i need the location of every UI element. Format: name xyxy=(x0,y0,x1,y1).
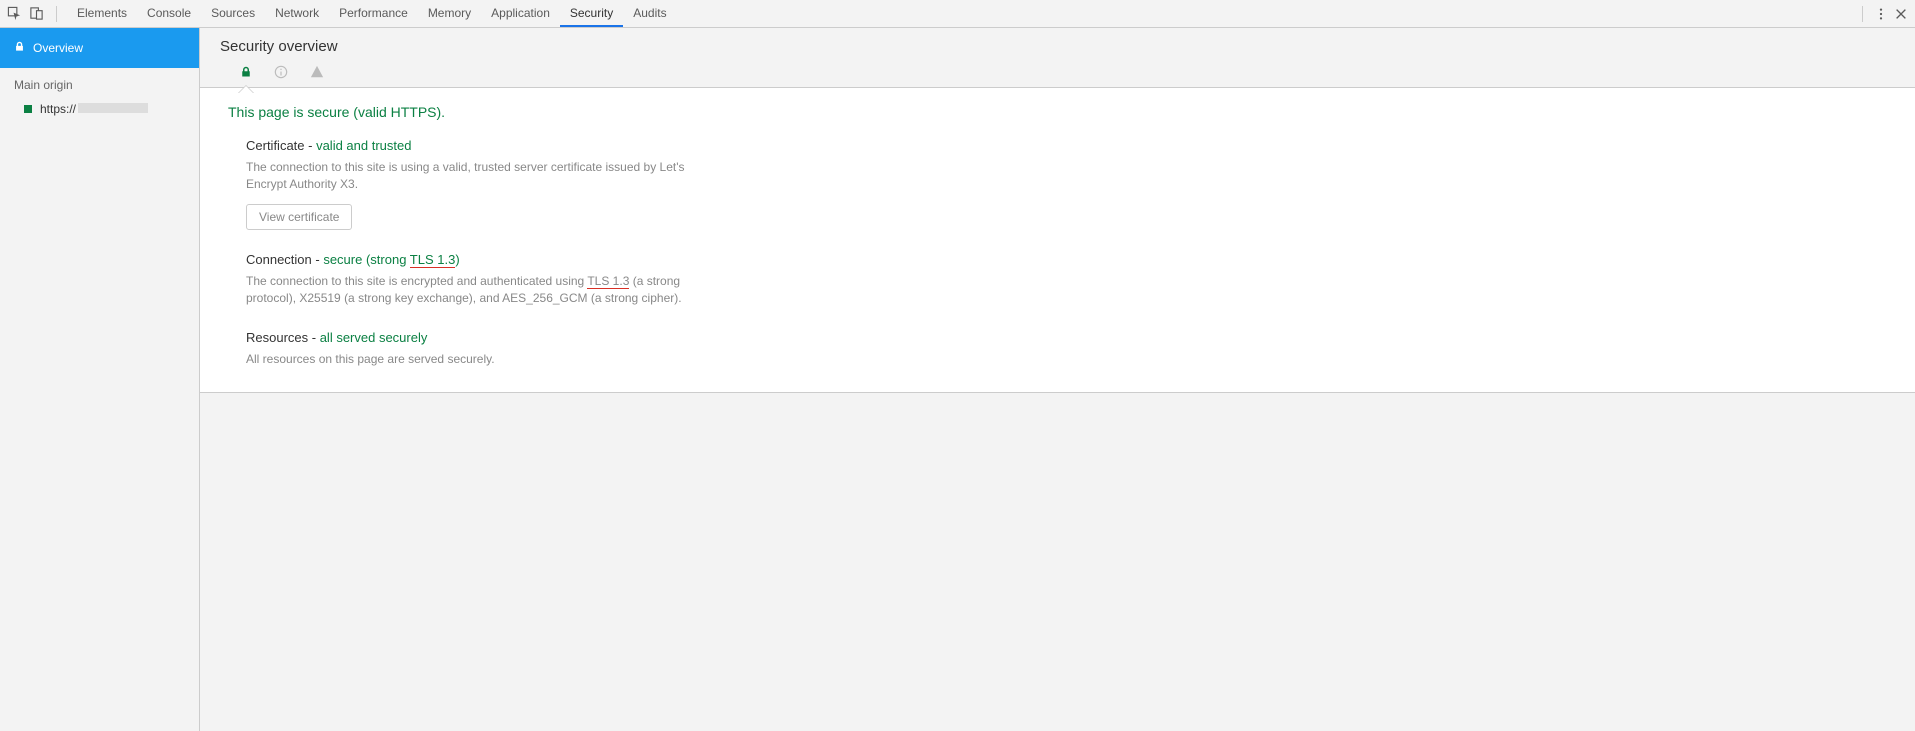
sidebar-origin-item[interactable]: https:// xyxy=(0,96,199,122)
toolbar-left xyxy=(6,6,63,22)
secure-headline: This page is secure (valid HTTPS). xyxy=(228,104,1887,120)
tab-elements[interactable]: Elements xyxy=(67,0,137,27)
security-sidebar: Overview Main origin https:// xyxy=(0,28,200,731)
connection-desc: The connection to this site is encrypted… xyxy=(246,273,706,308)
origin-text: https:// xyxy=(40,102,148,116)
connection-section: Connection - secure (strong TLS 1.3) The… xyxy=(228,252,1887,308)
lock-icon xyxy=(14,41,25,55)
devtools-toolbar: Elements Console Sources Network Perform… xyxy=(0,0,1915,28)
security-state-row xyxy=(220,55,1895,87)
connection-heading: Connection - secure (strong TLS 1.3) xyxy=(246,252,706,267)
tab-console[interactable]: Console xyxy=(137,0,201,27)
secure-square-icon xyxy=(24,105,32,113)
sidebar-overview[interactable]: Overview xyxy=(0,28,199,68)
info-state-icon xyxy=(274,65,288,79)
toolbar-separator xyxy=(1862,6,1863,22)
devtools-tabs: Elements Console Sources Network Perform… xyxy=(67,0,677,27)
tab-performance[interactable]: Performance xyxy=(329,0,418,27)
resources-heading: Resources - all served securely xyxy=(246,330,495,345)
warning-state-icon xyxy=(310,65,324,79)
security-content: Security overview This page is secure (v… xyxy=(200,28,1915,731)
tab-memory[interactable]: Memory xyxy=(418,0,481,27)
more-menu-icon[interactable] xyxy=(1873,6,1889,22)
content-body: This page is secure (valid HTTPS). Certi… xyxy=(200,87,1915,393)
secure-state-icon xyxy=(240,66,252,78)
toolbar-right xyxy=(1856,6,1909,22)
certificate-heading: Certificate - valid and trusted xyxy=(246,138,706,153)
tab-network[interactable]: Network xyxy=(265,0,329,27)
device-toggle-icon[interactable] xyxy=(28,6,44,22)
tab-audits[interactable]: Audits xyxy=(623,0,676,27)
tab-application[interactable]: Application xyxy=(481,0,560,27)
page-title: Security overview xyxy=(220,38,1895,55)
main-area: Overview Main origin https:// Security o… xyxy=(0,28,1915,731)
sidebar-overview-label: Overview xyxy=(33,41,83,55)
view-certificate-button[interactable]: View certificate xyxy=(246,204,352,230)
inspect-element-icon[interactable] xyxy=(6,6,22,22)
tab-sources[interactable]: Sources xyxy=(201,0,265,27)
sidebar-section-label: Main origin xyxy=(0,68,199,96)
certificate-desc: The connection to this site is using a v… xyxy=(246,159,706,194)
toolbar-separator xyxy=(56,6,57,22)
content-header: Security overview xyxy=(200,28,1915,87)
resources-desc: All resources on this page are served se… xyxy=(246,351,495,368)
close-icon[interactable] xyxy=(1893,6,1909,22)
resources-section: Resources - all served securely All reso… xyxy=(228,330,1887,368)
origin-redacted xyxy=(78,103,148,113)
tab-security[interactable]: Security xyxy=(560,0,623,27)
certificate-section: Certificate - valid and trusted The conn… xyxy=(228,138,1887,230)
